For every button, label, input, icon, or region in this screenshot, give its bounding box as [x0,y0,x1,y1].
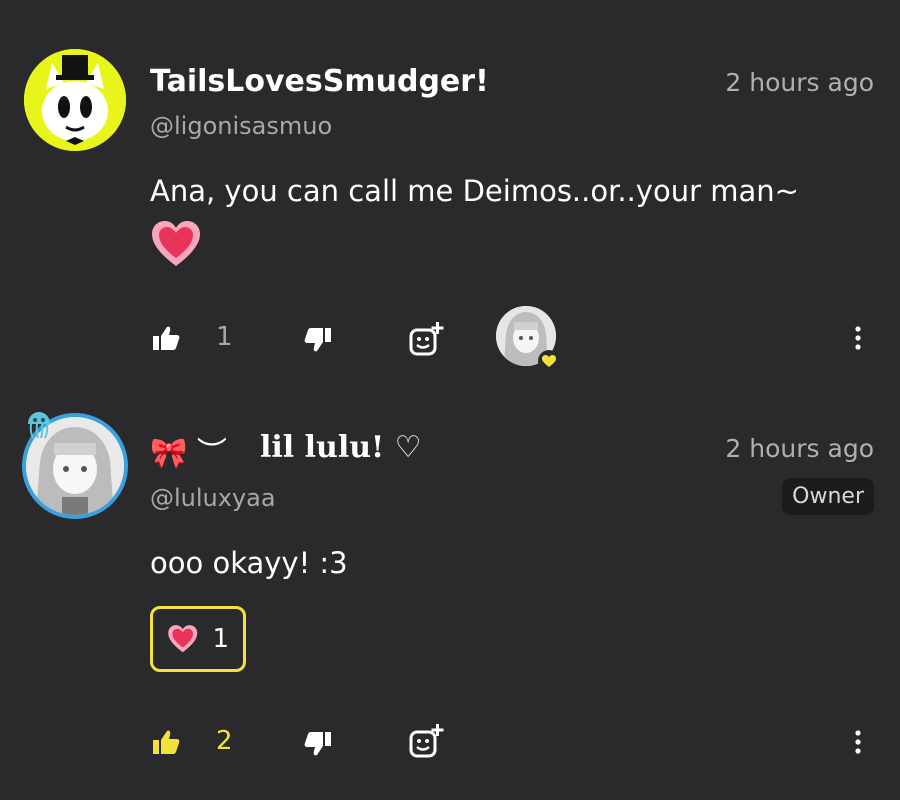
thumbs-down-icon [304,328,331,352]
comment-text: Ana, you can call me Deimos..or..your ma… [150,174,799,208]
author-name[interactable]: lil lulu! ♡ [260,430,422,465]
add-emoji-icon [409,724,444,758]
timestamp: 2 hours ago [725,434,874,463]
add-emoji-icon [409,322,444,356]
comment-text: ooo okayy! :3 [150,546,348,580]
dislike-button[interactable] [302,728,334,760]
owner-badge: Owner [782,478,874,515]
author-name[interactable]: TailsLovesSmudger! [150,64,489,99]
thumbs-up-icon [153,730,180,754]
add-reaction-button[interactable] [406,320,446,360]
like-button[interactable] [150,322,182,354]
author-handle[interactable]: @luluxyaa [150,484,276,512]
like-button[interactable] [150,726,182,758]
dislike-button[interactable] [302,324,334,356]
timestamp: 2 hours ago [725,68,874,97]
like-count: 2 [216,726,233,756]
like-count: 1 [216,322,233,352]
reaction-count: 1 [212,624,229,654]
creator-heart-icon [538,350,560,372]
thumbs-up-icon [153,326,180,350]
reaction-chip[interactable]: 1 [150,606,246,672]
avatar-cat-icon [24,49,126,151]
author-handle[interactable]: @ligonisasmuo [150,112,332,140]
add-reaction-button[interactable] [406,722,446,762]
heart-emoji-icon [168,625,198,653]
more-vertical-icon [855,730,861,754]
more-options-button[interactable] [846,726,870,758]
avatar[interactable] [24,49,126,151]
more-options-button[interactable] [846,322,870,354]
author-name-prefix: 🎀 ︶ [150,436,227,471]
heart-emoji-icon [150,220,202,268]
avatar-frame-jellyfish-icon [24,410,54,440]
thumbs-down-icon [304,732,331,756]
more-vertical-icon [855,326,861,350]
